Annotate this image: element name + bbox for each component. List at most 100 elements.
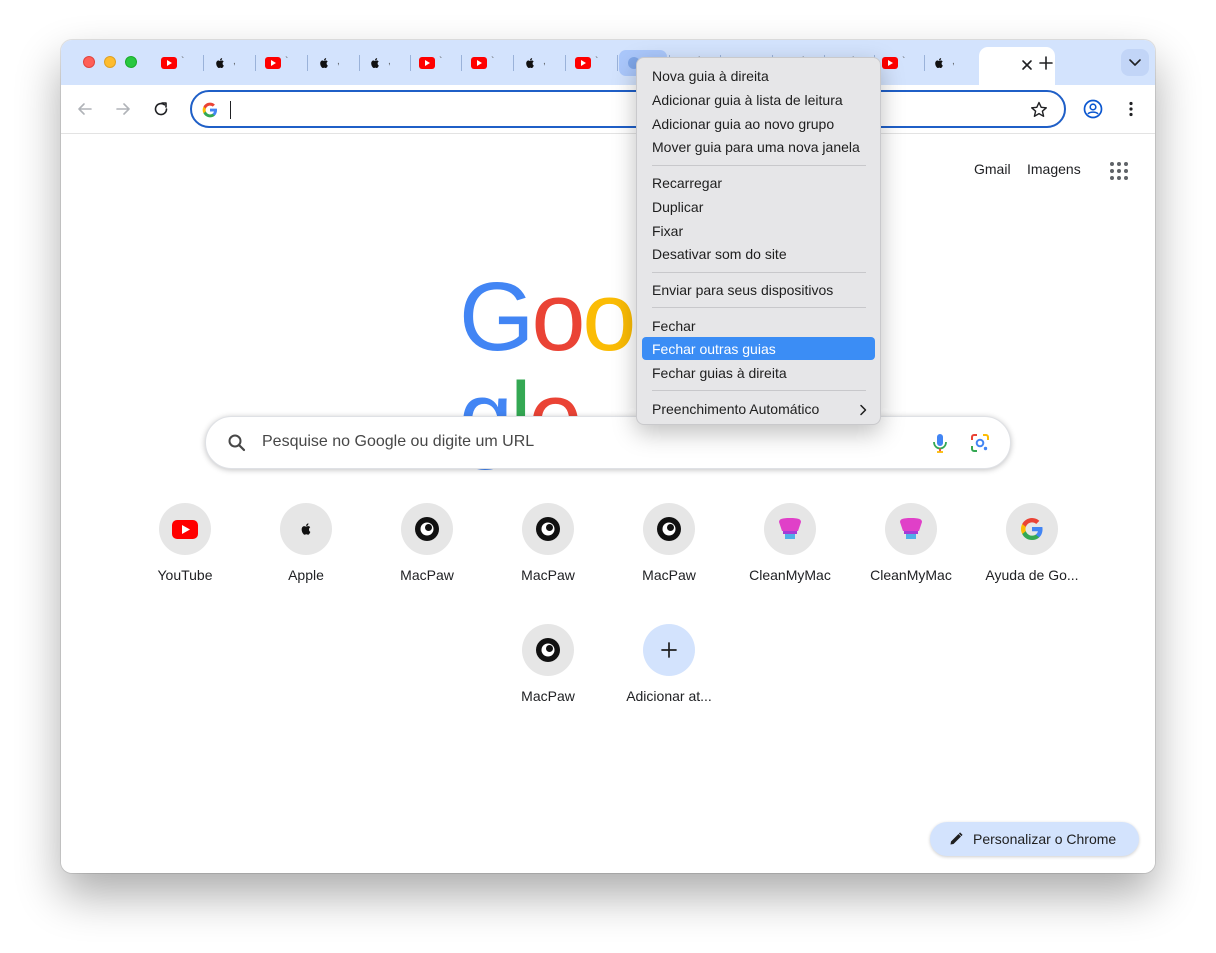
youtube-icon [471,56,487,70]
chevron-right-icon [858,403,868,416]
shortcut-tile[interactable]: YouTube [131,503,243,615]
forward-button[interactable] [110,96,136,122]
context-menu-item[interactable]: Fechar guias à direita [642,361,875,384]
context-menu-item[interactable]: Desativar som do site [642,242,875,265]
tab-title: ` [181,56,185,67]
context-menu-item-label: Fechar [652,318,696,334]
context-menu-item-label: Duplicar [652,199,704,215]
star-icon [1031,101,1047,117]
shortcut-label: Adicionar at... [626,688,712,704]
menu-separator [652,390,866,391]
back-button[interactable] [72,96,98,122]
shortcut-tile[interactable]: Ayuda de Go... [978,503,1090,615]
tab-2[interactable]: , [205,50,253,76]
context-menu-item-label: Nova guia à direita [652,68,769,84]
context-menu-item-label: Preenchimento Automático [652,401,820,417]
context-menu-item[interactable]: Nova guia à direita [642,64,875,87]
close-window-button[interactable] [83,56,95,68]
tab-title: , [952,56,955,67]
google-lens-icon[interactable] [968,431,992,455]
menu-button[interactable] [1118,96,1144,122]
apple-icon [932,56,948,70]
tab-16[interactable]: , [924,50,972,76]
context-menu-item[interactable]: Fechar [642,314,875,337]
shortcut-tile[interactable]: MacPaw [494,503,606,615]
context-menu-item[interactable]: Duplicar [642,195,875,218]
customize-chrome-button[interactable]: Personalizar o Chrome [930,822,1139,856]
youtube-icon [161,56,177,70]
logo-letter: o [531,262,585,371]
microphone-icon[interactable] [928,431,952,455]
context-menu-item-label: Recarregar [652,175,723,191]
context-menu-item-label: Fechar guias à direita [652,365,787,381]
tab-15[interactable]: ` [874,50,922,76]
tab-7[interactable]: ` [463,50,511,76]
logo-letter: o [582,262,636,371]
tab-separator [513,55,514,71]
tab-8[interactable]: , [515,50,563,76]
context-menu-item[interactable]: Recarregar [642,171,875,194]
tab-separator [203,55,204,71]
shortcut-tile[interactable]: CleanMyMac [857,503,969,615]
shortcut-label: MacPaw [642,567,696,583]
new-tab-button[interactable] [1033,52,1059,74]
add-shortcut-tile[interactable]: Adicionar at... [615,624,727,736]
toolbar [61,85,1155,134]
tab-5[interactable]: , [360,50,408,76]
search-input[interactable]: Pesquise no Google ou digite um URL [262,433,534,451]
tab-6[interactable]: ` [411,50,459,76]
context-menu-item[interactable]: Mover guia para uma nova janela [642,135,875,158]
menu-separator [652,165,866,166]
more-vertical-icon [1129,101,1133,117]
context-menu-item[interactable]: Adicionar guia ao novo grupo [642,112,875,135]
tab-separator [461,55,462,71]
tab-title: , [543,56,546,67]
minimize-window-button[interactable] [104,56,116,68]
context-menu-item-label: Fixar [652,223,684,239]
tab-search-button[interactable] [1121,49,1149,76]
bookmark-button[interactable] [1029,100,1049,120]
shortcut-tile[interactable]: Apple [252,503,364,615]
context-menu-item-label: Mover guia para uma nova janela [652,139,860,155]
context-menu-item-label: Adicionar guia à lista de leitura [652,92,843,108]
context-menu-item[interactable]: Fechar outras guias [642,337,875,360]
zoom-window-button[interactable] [125,56,137,68]
tab-title: ` [439,56,443,67]
tab-3[interactable]: ` [257,50,305,76]
apple-icon [317,56,333,70]
profile-button[interactable] [1080,96,1106,122]
macpaw-icon [401,503,453,555]
cleanmymac-icon [885,503,937,555]
tab-separator [617,55,618,71]
search-box[interactable]: Pesquise no Google ou digite um URL [205,416,1011,469]
tab-4[interactable]: , [309,50,357,76]
macpaw-icon [643,503,695,555]
context-menu-item[interactable]: Fixar [642,219,875,242]
tab-9[interactable]: ` [567,50,615,76]
reload-icon [154,102,168,116]
apple-icon [213,56,229,70]
customize-label: Personalizar o Chrome [973,831,1117,847]
context-menu-item[interactable]: Preenchimento Automático [642,397,875,420]
address-bar[interactable] [190,90,1066,128]
tab-title: ` [595,56,599,67]
apps-grid-icon[interactable] [1109,161,1129,181]
youtube-icon [575,56,591,70]
pencil-icon [948,831,964,847]
reload-button[interactable] [148,96,174,122]
gmail-link[interactable]: Gmail [974,161,1011,177]
logo-letter: G [459,262,534,371]
context-menu-item[interactable]: Adicionar guia à lista de leitura [642,88,875,111]
tab-1[interactable]: ` [153,50,201,76]
youtube-icon [419,56,435,70]
google-icon [1006,503,1058,555]
shortcut-tile[interactable]: MacPaw [615,503,727,615]
context-menu-item[interactable]: Enviar para seus dispositivos [642,278,875,301]
macpaw-icon [522,503,574,555]
shortcut-tile[interactable]: MacPaw [494,624,606,736]
images-link[interactable]: Imagens [1027,161,1081,177]
tab-title: ` [902,56,906,67]
shortcut-tile[interactable]: CleanMyMac [736,503,848,615]
shortcut-tile[interactable]: MacPaw [373,503,485,615]
search-icon [226,432,248,454]
